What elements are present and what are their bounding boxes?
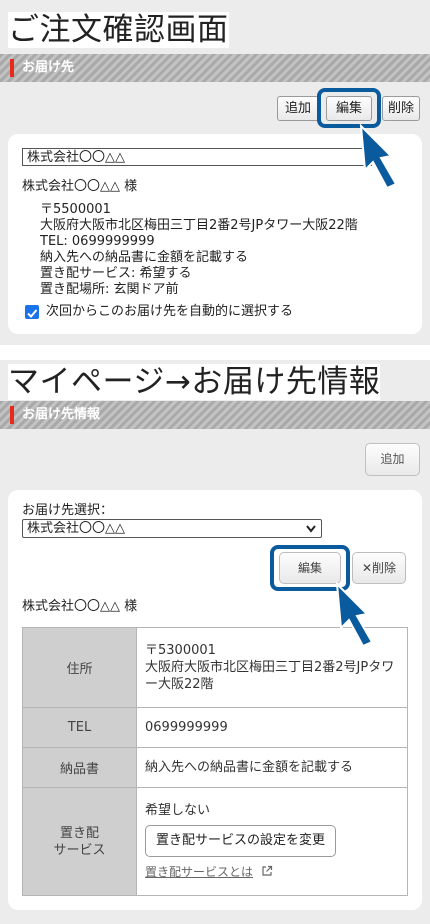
selected-value: 株式会社〇〇△△ — [27, 521, 125, 536]
chevron-down-icon — [306, 525, 316, 533]
close-icon: ✕ — [361, 561, 373, 575]
address-line: TEL: 0699999999 — [40, 234, 155, 249]
select-label: お届け先選択： — [22, 503, 114, 518]
add-button[interactable]: 追加 — [365, 443, 420, 476]
external-link-icon — [262, 865, 272, 876]
address-line: 納入先への納品書に金額を記載する — [40, 250, 249, 265]
order-confirm-title: ご注文確認画面 — [8, 12, 229, 48]
address-line: ー大阪22階 — [145, 677, 214, 692]
delete-button[interactable]: ✕削除 — [352, 552, 406, 584]
auto-select-label[interactable]: 次回からこのお届け先を自動的に選択する — [46, 303, 293, 320]
okihai-label: 置き配 サービス — [22, 787, 137, 896]
edit-button[interactable]: 編集 — [326, 96, 372, 121]
address-line: 置き配場所: 玄関ドア前 — [40, 282, 179, 297]
tel-value: 0699999999 — [136, 707, 408, 748]
shipping-info-bar: お届け先情報 — [0, 401, 430, 429]
edit-button[interactable]: 編集 — [279, 552, 341, 584]
table-row: TEL 0699999999 — [22, 707, 408, 748]
address-line: 大阪府大阪市北区梅田三丁目2番2号JPタワー大阪22階 — [40, 218, 358, 233]
mypage-shipping-section: マイページ→お届け先情報 お届け先情報 追加 お届け先選択： 株式会社〇〇△△ … — [0, 360, 430, 924]
shipping-select[interactable]: 株式会社〇〇△△ — [22, 519, 322, 538]
address-line: 〒5500001 — [40, 202, 111, 217]
pointer-arrow-icon — [335, 582, 374, 648]
pointer-arrow-icon — [359, 124, 398, 190]
auto-select-checkbox[interactable] — [25, 305, 39, 319]
address-label: 住所 — [22, 627, 137, 708]
check-icon — [27, 309, 38, 318]
table-row: 置き配 サービス 希望しない 置き配サービスの設定を変更 置き配サービスとは — [22, 787, 408, 896]
invoice-value: 納入先への納品書に金額を記載する — [136, 747, 408, 788]
okihai-link-row: 置き配サービスとは — [145, 864, 399, 881]
okihai-label-line: 置き配 — [59, 825, 99, 841]
shipping-info-table: 住所 〒5300001 大阪府大阪市北区梅田三丁目2番2号JPタワ ー大阪22階… — [22, 627, 408, 896]
add-button[interactable]: 追加 — [277, 96, 319, 121]
mypage-title: マイページ→お届け先情報 — [8, 364, 381, 400]
recipient-name: 株式会社〇〇△△ 様 — [22, 599, 138, 614]
delete-label: 削除 — [372, 561, 397, 575]
okihai-status: 希望しない — [145, 803, 211, 818]
invoice-label: 納品書 — [22, 747, 137, 788]
order-confirm-section: ご注文確認画面 お届け先 追加 編集 削除 株式会社〇〇△△ 株式会社〇〇△△ … — [0, 0, 430, 345]
tel-label: TEL — [22, 707, 137, 748]
table-row: 納品書 納入先への納品書に金額を記載する — [22, 747, 408, 788]
address-line: 大阪府大阪市北区梅田三丁目2番2号JPタワ — [145, 660, 395, 675]
delete-button[interactable]: 削除 — [382, 96, 420, 121]
address-line: 置き配サービス: 希望する — [40, 266, 192, 281]
okihai-label-line: サービス — [53, 842, 106, 858]
shipping-info-card: お届け先選択： 株式会社〇〇△△ 編集 ✕削除 株式会社〇〇△△ 様 住所 〒5… — [8, 490, 422, 910]
okihai-info-link[interactable]: 置き配サービスとは — [145, 865, 253, 879]
okihai-value-cell: 希望しない 置き配サービスの設定を変更 置き配サービスとは — [136, 787, 408, 896]
shipping-select[interactable]: 株式会社〇〇△△ — [22, 148, 372, 166]
okihai-settings-button[interactable]: 置き配サービスの設定を変更 — [145, 825, 337, 857]
recipient-name: 株式会社〇〇△△ 様 — [22, 179, 138, 194]
shipping-bar: お届け先 — [0, 54, 430, 82]
